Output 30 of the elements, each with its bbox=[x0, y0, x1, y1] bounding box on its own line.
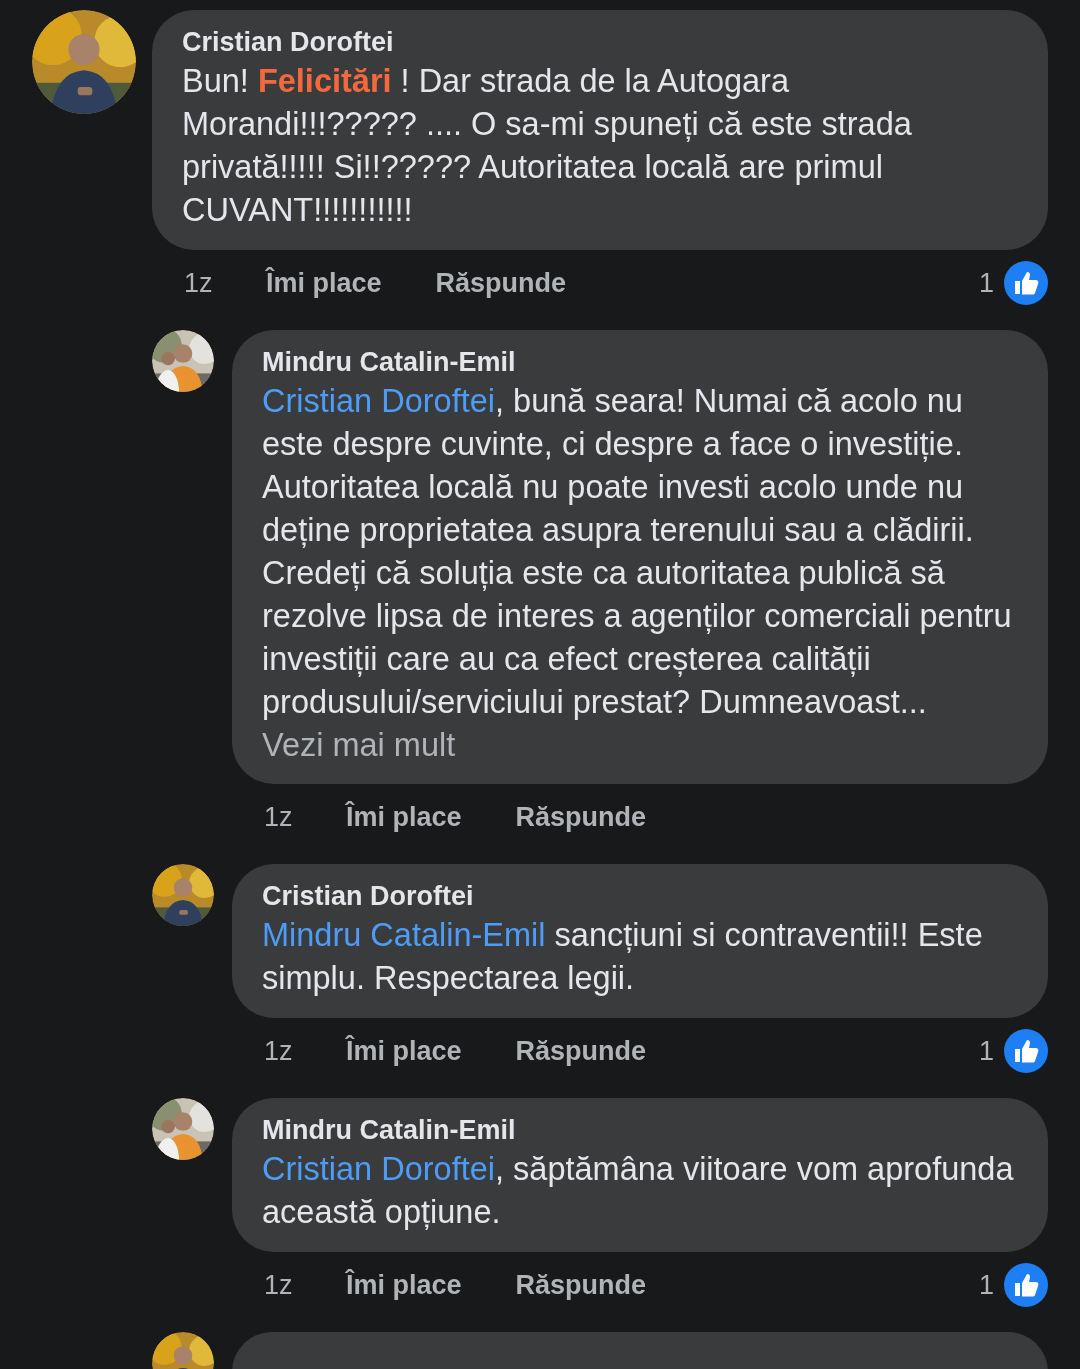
timestamp: 1z bbox=[264, 1035, 294, 1067]
reply-link[interactable]: Răspunde bbox=[515, 1269, 647, 1301]
comment-text: Cristian Doroftei, bună seara! Numai că acolo nu este despre cuvinte, ci despre a face o investiție. Autoritatea locală nu poate investi acolo unde nu deține proprietatea asupra terenului sau a clădirii. Credeți că soluția este ca autoritatea publică să rezolve lipsa de interes a agenților comerciali pentru investiții care au ca efect creșterea calității produsului/serviciului prestat? Dumneavoast... bbox=[262, 382, 1013, 722]
timestamp: 1z bbox=[184, 267, 214, 299]
like-link[interactable]: Îmi place bbox=[346, 1269, 462, 1301]
author-name: Cristian Doroftei bbox=[262, 880, 475, 913]
timestamp: 1z bbox=[264, 1269, 294, 1301]
reply-link[interactable]: Răspunde bbox=[515, 1035, 647, 1067]
timestamp: 1z bbox=[264, 801, 294, 833]
reply-link[interactable]: Răspunde bbox=[435, 267, 567, 299]
like-link[interactable]: Îmi place bbox=[346, 801, 462, 833]
mention-link[interactable]: Mindru Catalin-Emil bbox=[262, 917, 546, 953]
like-link[interactable]: Îmi place bbox=[266, 267, 382, 299]
see-more-link[interactable]: Vezi mai mult bbox=[262, 724, 1020, 766]
thumbs-up-icon bbox=[1004, 1029, 1048, 1073]
comment-text: Bun! Felicitări ! Dar strada de la Autogara Morandi!!!????? .... O sa-mi spuneți că este strada privată!!!!! Si!!????? Autoritatea locală are primul CUVANT!!!!!!!!!!! bbox=[182, 62, 913, 230]
thumbs-up-icon bbox=[1004, 261, 1048, 305]
reply-link[interactable]: Răspunde bbox=[515, 801, 647, 833]
mention-link[interactable]: Cristian Doroftei bbox=[262, 1151, 495, 1187]
author-name: Mindru Catalin-Emil bbox=[262, 1114, 517, 1147]
author-name: Cristian Doroftei bbox=[182, 26, 395, 59]
reaction-count: 1 bbox=[978, 1035, 994, 1067]
thumbs-up-icon bbox=[1004, 1263, 1048, 1307]
like-link[interactable]: Îmi place bbox=[346, 1035, 462, 1067]
mention-link[interactable]: Cristian Doroftei bbox=[262, 383, 495, 419]
comment-text: Mindru Catalin-Emil sancțiuni si contraventii!! Este simplu. Respectarea legii. bbox=[262, 916, 984, 998]
reaction-count: 1 bbox=[978, 267, 994, 299]
author-name: Mindru Catalin-Emil bbox=[262, 346, 517, 379]
reaction-count: 1 bbox=[978, 1269, 994, 1301]
comment-text: Cristian Doroftei, săptămâna viitoare vom aprofunda această opțiune. bbox=[262, 1150, 1015, 1232]
